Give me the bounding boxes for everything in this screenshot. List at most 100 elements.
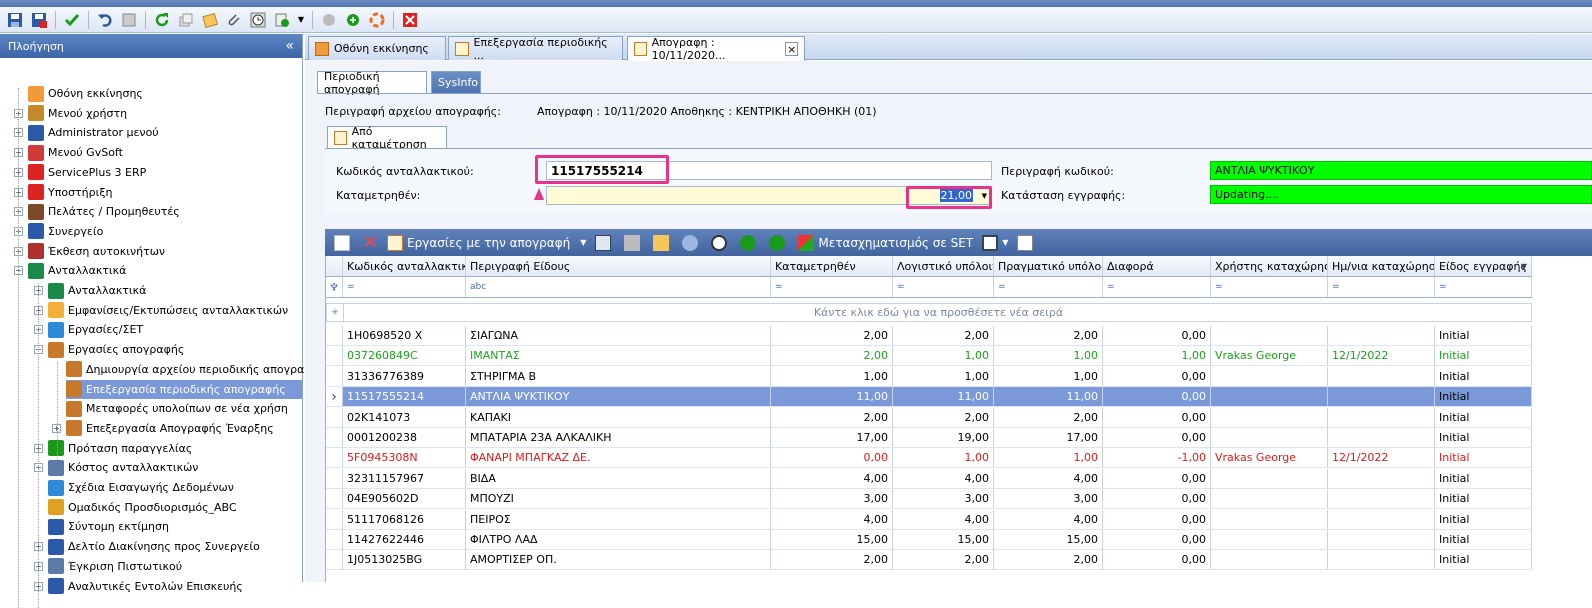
attach-icon[interactable] <box>223 9 245 31</box>
cell-counted[interactable]: 2,00 <box>771 346 893 366</box>
table-row[interactable]: › 11517555214 ΑΝΤΛΙΑ ΨΥΚΤΙΚΟΥ 11,00 11,00 11,… <box>326 387 1532 408</box>
cell-type[interactable]: Initial <box>1435 326 1532 345</box>
cell-real[interactable]: 4,00 <box>994 468 1103 488</box>
new-row[interactable]: ✳ Κάντε κλικ εδώ για να προσθέσετε νέα σ… <box>326 303 1532 322</box>
nav-item[interactable]: Έκθεση αυτοκινήτων <box>28 242 300 261</box>
cell-code[interactable]: 04E905602D <box>343 489 466 509</box>
cell-counted[interactable]: 2,00 <box>771 407 893 427</box>
cell-real[interactable]: 2,00 <box>994 407 1103 427</box>
cell-date[interactable] <box>1328 366 1435 386</box>
cell-desc[interactable]: ΒΙΔΑ <box>466 468 771 488</box>
cell-counted[interactable]: 1,00 <box>771 366 893 386</box>
cell-diff[interactable]: 1,00 <box>1103 346 1211 366</box>
cell-desc[interactable]: ΣΤΗΡΙΓΜΑ Β <box>466 366 771 386</box>
cell-type[interactable]: Initial <box>1435 346 1532 366</box>
cell-acc[interactable]: 19,00 <box>893 428 994 447</box>
cell-desc[interactable]: ΑΜΟΡΤΙΣΕΡ ΟΠ. <box>466 550 771 570</box>
cell-date[interactable]: 12/1/2022 <box>1328 346 1435 366</box>
cell-real[interactable]: 2,00 <box>994 326 1103 345</box>
cell-code[interactable]: 5F0945308N <box>343 448 466 468</box>
cell-real[interactable]: 1,00 <box>994 448 1103 468</box>
filter-cell[interactable]: = <box>1211 277 1328 297</box>
refresh-icon[interactable] <box>151 9 173 31</box>
nav-item[interactable]: Πελάτες / Προμηθευτές <box>28 202 300 221</box>
cell-code[interactable]: 0001200238 <box>343 428 466 447</box>
filter-funnel-icon[interactable]: ♆ <box>326 277 343 297</box>
cell-acc[interactable]: 2,00 <box>893 326 994 345</box>
cell-type[interactable]: Initial <box>1435 407 1532 427</box>
table-row[interactable]: 5F0945308N ΦΑΝΑΡΙ ΜΠΑΓΚΑΖ ΔΕ. 0,00 1,00 1,00… <box>326 448 1532 469</box>
nav-item[interactable]: Πρόταση παραγγελίας <box>48 439 300 458</box>
cell-counted[interactable]: 3,00 <box>771 489 893 509</box>
table-row[interactable]: 0001200238 ΜΠΑΤΑΡΙΑ 23Α ΑΛΚΑΛΙΚΗ 17,00 19,0… <box>326 428 1532 448</box>
cell-diff[interactable]: 0,00 <box>1103 407 1211 427</box>
cell-real[interactable]: 4,00 <box>994 509 1103 529</box>
cell-user[interactable] <box>1211 468 1328 488</box>
cell-desc[interactable]: ΚΑΠΑΚΙ <box>466 407 771 427</box>
cell-date[interactable] <box>1328 407 1435 427</box>
nav-item[interactable]: Επεξεργασία περιοδικής απογραφής <box>66 379 302 399</box>
cell-code[interactable]: 32311157967 <box>343 468 466 488</box>
cell-type[interactable]: Initial <box>1435 489 1532 509</box>
cell-diff[interactable]: 0,00 <box>1103 366 1211 386</box>
cell-real[interactable]: 15,00 <box>994 530 1103 549</box>
table-row[interactable]: 1J0513025BG ΑΜΟΡΤΙΣΕΡ ΟΠ. 2,00 2,00 2,00 0,00… <box>326 550 1532 571</box>
cell-diff[interactable]: 0,00 <box>1103 489 1211 509</box>
cell-desc[interactable]: ΜΠΟΥΖΙ <box>466 489 771 509</box>
cell-desc[interactable]: ΦΙΛΤΡΟ ΛΑΔ <box>466 530 771 549</box>
cell-date[interactable] <box>1328 489 1435 509</box>
undo-icon[interactable] <box>94 9 116 31</box>
cell-counted[interactable]: 15,00 <box>771 530 893 549</box>
cell-date[interactable] <box>1328 509 1435 529</box>
cell-type[interactable]: Initial <box>1435 530 1532 549</box>
cell-real[interactable]: 11,00 <box>994 387 1103 407</box>
nav-item[interactable]: Επεξεργασία Απογραφής Έναρξης <box>66 419 300 438</box>
disabled-circle-icon[interactable] <box>318 9 340 31</box>
cell-acc[interactable]: 1,00 <box>893 366 994 386</box>
table-row[interactable]: 32311157967 ΒΙΔΑ 4,00 4,00 4,00 0,00 Initial <box>326 468 1532 489</box>
close-red-icon[interactable] <box>399 9 421 31</box>
cell-user[interactable] <box>1211 530 1328 549</box>
nav-item[interactable]: Ανταλλακτικά <box>48 281 300 300</box>
filter-cell[interactable]: = <box>893 277 994 297</box>
cell-type[interactable]: Initial <box>1435 366 1532 386</box>
table-row[interactable]: 037260849C ΙΜΑΝΤΑΣ 2,00 1,00 1,00 1,00 Vrakas … <box>326 346 1532 367</box>
nav-item[interactable]: Εμφανίσεις/Εκτυπώσεις ανταλλακτικών <box>48 301 300 320</box>
filter-cell[interactable]: = <box>1435 277 1532 297</box>
filter-cell[interactable]: = <box>771 277 893 297</box>
nav-item[interactable]: Έγκριση Πιστωτικού <box>48 557 300 576</box>
cell-counted[interactable]: 11,00 <box>771 387 893 407</box>
nav-item[interactable]: Κόστος ανταλλακτικών <box>48 458 300 477</box>
tab-edit-periodic[interactable]: Επεξεργασία περιοδικής ... <box>448 36 623 62</box>
dropdown-icon[interactable]: ▼ <box>295 9 307 31</box>
cell-user[interactable] <box>1211 428 1328 447</box>
cell-user[interactable]: Vrakas George <box>1211 448 1328 468</box>
cell-counted[interactable]: 17,00 <box>771 428 893 447</box>
table-row[interactable]: 31336776389 ΣΤΗΡΙΓΜΑ Β 1,00 1,00 1,00 0,00 Ini… <box>326 366 1532 387</box>
cell-counted[interactable]: 2,00 <box>771 550 893 570</box>
tab-close-icon[interactable]: × <box>785 42 798 56</box>
cell-user[interactable] <box>1211 387 1328 407</box>
column-header[interactable]: Χρήστης καταχώρησης <box>1211 256 1328 276</box>
column-header[interactable]: Κωδικός ανταλλακτικού <box>343 256 466 276</box>
filter-icon[interactable]: ▼ <box>1521 262 1527 271</box>
cell-real[interactable]: 3,00 <box>994 489 1103 509</box>
cell-user[interactable] <box>1211 489 1328 509</box>
cell-counted[interactable]: 4,00 <box>771 468 893 488</box>
cell-date[interactable] <box>1328 428 1435 447</box>
cell-date[interactable] <box>1328 387 1435 407</box>
cell-desc[interactable]: ΠΕΙΡΟΣ <box>466 509 771 529</box>
cell-desc[interactable]: ΑΝΤΛΙΑ ΨΥΚΤΙΚΟΥ <box>466 387 771 407</box>
copy-icon[interactable] <box>175 9 197 31</box>
attach-icon[interactable] <box>679 232 705 254</box>
table-row[interactable]: 11427622446 ΦΙΛΤΡΟ ΛΑΔ 15,00 15,00 15,00 0,00… <box>326 530 1532 550</box>
column-header[interactable]: Περιγραφή Είδους <box>466 256 771 276</box>
column-header[interactable]: Είδος εγγραφής ▼ <box>1435 256 1532 276</box>
cell-date[interactable]: 12/1/2022 <box>1328 448 1435 468</box>
nav-item[interactable]: Εργασίες απογραφής <box>48 340 300 359</box>
column-header[interactable]: Λογιστικό υπόλοιπο <box>893 256 994 276</box>
save-icon[interactable] <box>4 9 26 31</box>
filter-cell[interactable]: = <box>343 277 466 297</box>
up-icon[interactable] <box>737 232 763 254</box>
cell-diff[interactable]: 0,00 <box>1103 530 1211 549</box>
